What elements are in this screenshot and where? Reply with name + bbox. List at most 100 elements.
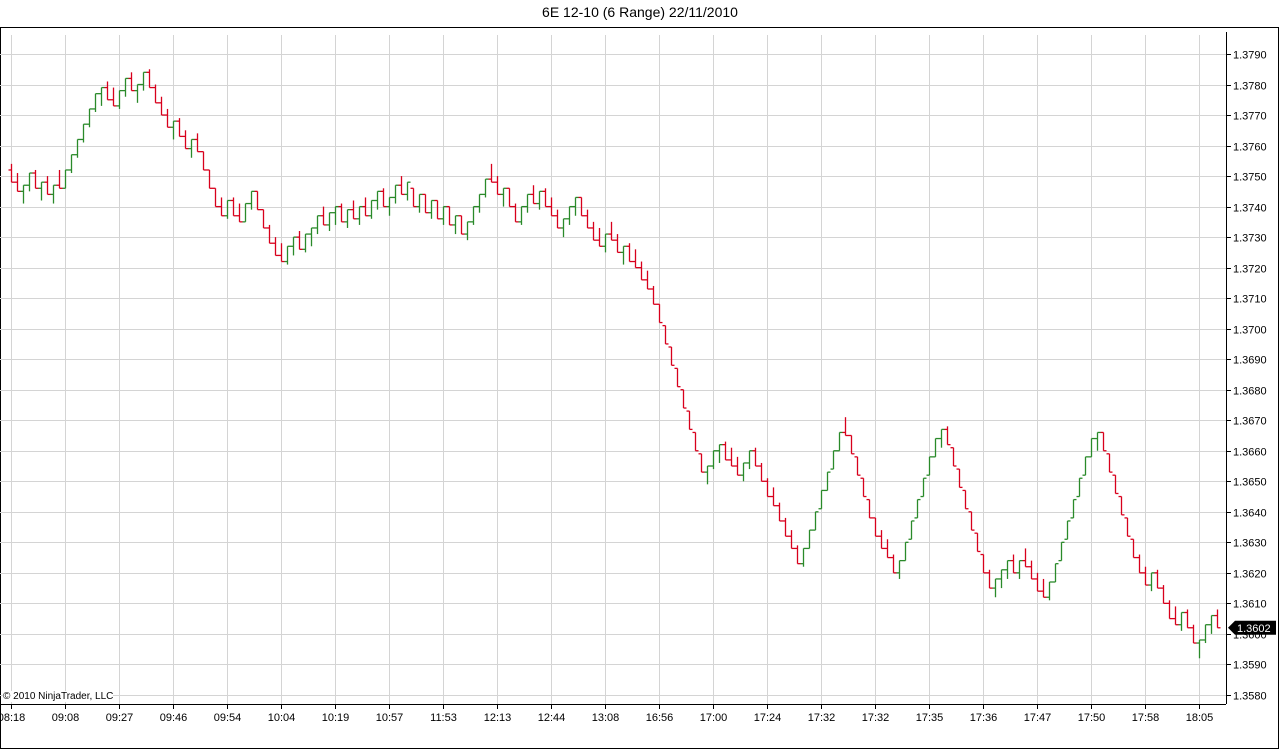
x-tick-label: 13:08 (592, 712, 620, 724)
ohlc-bar (620, 245, 627, 265)
ohlc-bar (68, 154, 75, 174)
ohlc-bar (302, 233, 309, 253)
ohlc-bar (950, 447, 957, 467)
ohlc-bar (842, 417, 849, 437)
y-tick-label: 1.3740 (1233, 203, 1267, 215)
ohlc-bar (56, 169, 63, 189)
ohlc-bar (548, 197, 555, 217)
ohlc-bar (206, 169, 213, 189)
ohlc-bar (218, 197, 225, 217)
ohlc-bar (368, 199, 375, 219)
ohlc-bar (86, 108, 93, 128)
ohlc-bar (338, 203, 345, 223)
ohlc-bar (1142, 566, 1149, 586)
ohlc-bar (1064, 520, 1071, 540)
x-tick-label: 12:44 (538, 712, 566, 724)
ohlc-bar (986, 569, 993, 589)
ohlc-bar (770, 487, 777, 507)
ohlc-bar (926, 456, 933, 476)
ohlc-bar (1172, 606, 1179, 626)
y-tick-label: 1.3640 (1233, 508, 1267, 520)
ohlc-bar (20, 184, 27, 204)
ohlc-bar (452, 215, 459, 235)
ohlc-bar (260, 209, 267, 229)
ohlc-bar (602, 233, 609, 253)
ohlc-bar (26, 172, 33, 192)
ohlc-bar (764, 478, 771, 498)
ohlc-bar (1088, 437, 1095, 458)
ohlc-bar (800, 547, 807, 567)
y-tick-label: 1.3630 (1233, 538, 1267, 550)
ohlc-bar (500, 187, 507, 207)
ohlc-bar (1208, 614, 1215, 634)
ohlc-bar (410, 187, 417, 208)
ohlc-bar (152, 84, 159, 104)
ohlc-bar (398, 176, 405, 196)
ohlc-bar (356, 205, 363, 225)
ohlc-bar (626, 243, 633, 263)
ohlc-bar (518, 205, 525, 225)
ohlc-bar (542, 188, 549, 208)
ohlc-bar (284, 245, 291, 265)
x-tick-label: 17:24 (754, 712, 782, 724)
ohlc-bar (230, 197, 237, 217)
x-tick-label: 17:00 (700, 712, 728, 724)
ohlc-bar (170, 120, 177, 140)
x-tick-label: 09:54 (214, 712, 242, 724)
ohlc-bar (332, 205, 339, 225)
ohlc-bar (1094, 431, 1101, 451)
ohlc-bar (1046, 581, 1053, 601)
ohlc-bar (326, 212, 333, 232)
y-tick-label: 1.3580 (1233, 691, 1267, 703)
y-tick-label: 1.3690 (1233, 355, 1267, 367)
ohlc-bar (692, 431, 699, 452)
y-tick-label: 1.3710 (1233, 294, 1267, 306)
ohlc-bar (818, 489, 825, 510)
ohlc-bar (362, 197, 369, 217)
ohlc-bar (788, 530, 795, 550)
ohlc-bar (50, 184, 57, 204)
ohlc-bar (470, 205, 477, 225)
ohlc-bar (428, 199, 435, 219)
ohlc-bar (584, 209, 591, 229)
x-tick-label: 09:08 (52, 712, 80, 724)
ohlc-bar (278, 243, 285, 263)
ohlc-bar (80, 123, 87, 143)
ohlc-bar (1100, 431, 1107, 452)
ohlc-bar (956, 468, 963, 489)
ohlc-bar (854, 456, 861, 476)
ohlc-bar (572, 196, 579, 216)
ohlc-bar (980, 553, 987, 574)
x-tick-label: 09:46 (160, 712, 188, 724)
ohlc-bar (938, 428, 945, 448)
ohlc-bar (350, 200, 357, 220)
ohlc-bar (680, 389, 687, 409)
ohlc-bar (920, 477, 927, 498)
ohlc-bar (296, 231, 303, 250)
ohlc-bar (482, 178, 489, 198)
ohlc-bar (188, 138, 195, 158)
ohlc-bar (122, 77, 129, 97)
x-tick-label: 16:56 (646, 712, 674, 724)
ohlc-bar (1058, 541, 1065, 562)
ohlc-bar (98, 86, 105, 106)
x-tick-label: 11:53 (430, 712, 457, 724)
x-tick-label: 17:47 (1024, 712, 1052, 724)
y-tick-label: 1.3720 (1233, 264, 1267, 276)
ohlc-bar (512, 203, 519, 223)
ohlc-bar (776, 502, 783, 522)
ohlc-bar (650, 285, 657, 305)
ohlc-bar (794, 545, 801, 565)
ohlc-bar (1070, 498, 1077, 519)
ohlc-bar (242, 202, 249, 223)
y-tick-label: 1.3680 (1233, 386, 1267, 398)
ohlc-bar (116, 89, 123, 109)
ohlc-bar (902, 541, 909, 562)
ohlc-bar (914, 498, 921, 519)
ohlc-bar (896, 559, 903, 579)
ohlc-bar (290, 236, 297, 256)
ohlc-bar (614, 234, 621, 254)
ohlc-bar (638, 261, 645, 281)
ohlc-bar (740, 462, 747, 482)
ohlc-bar (200, 151, 207, 171)
